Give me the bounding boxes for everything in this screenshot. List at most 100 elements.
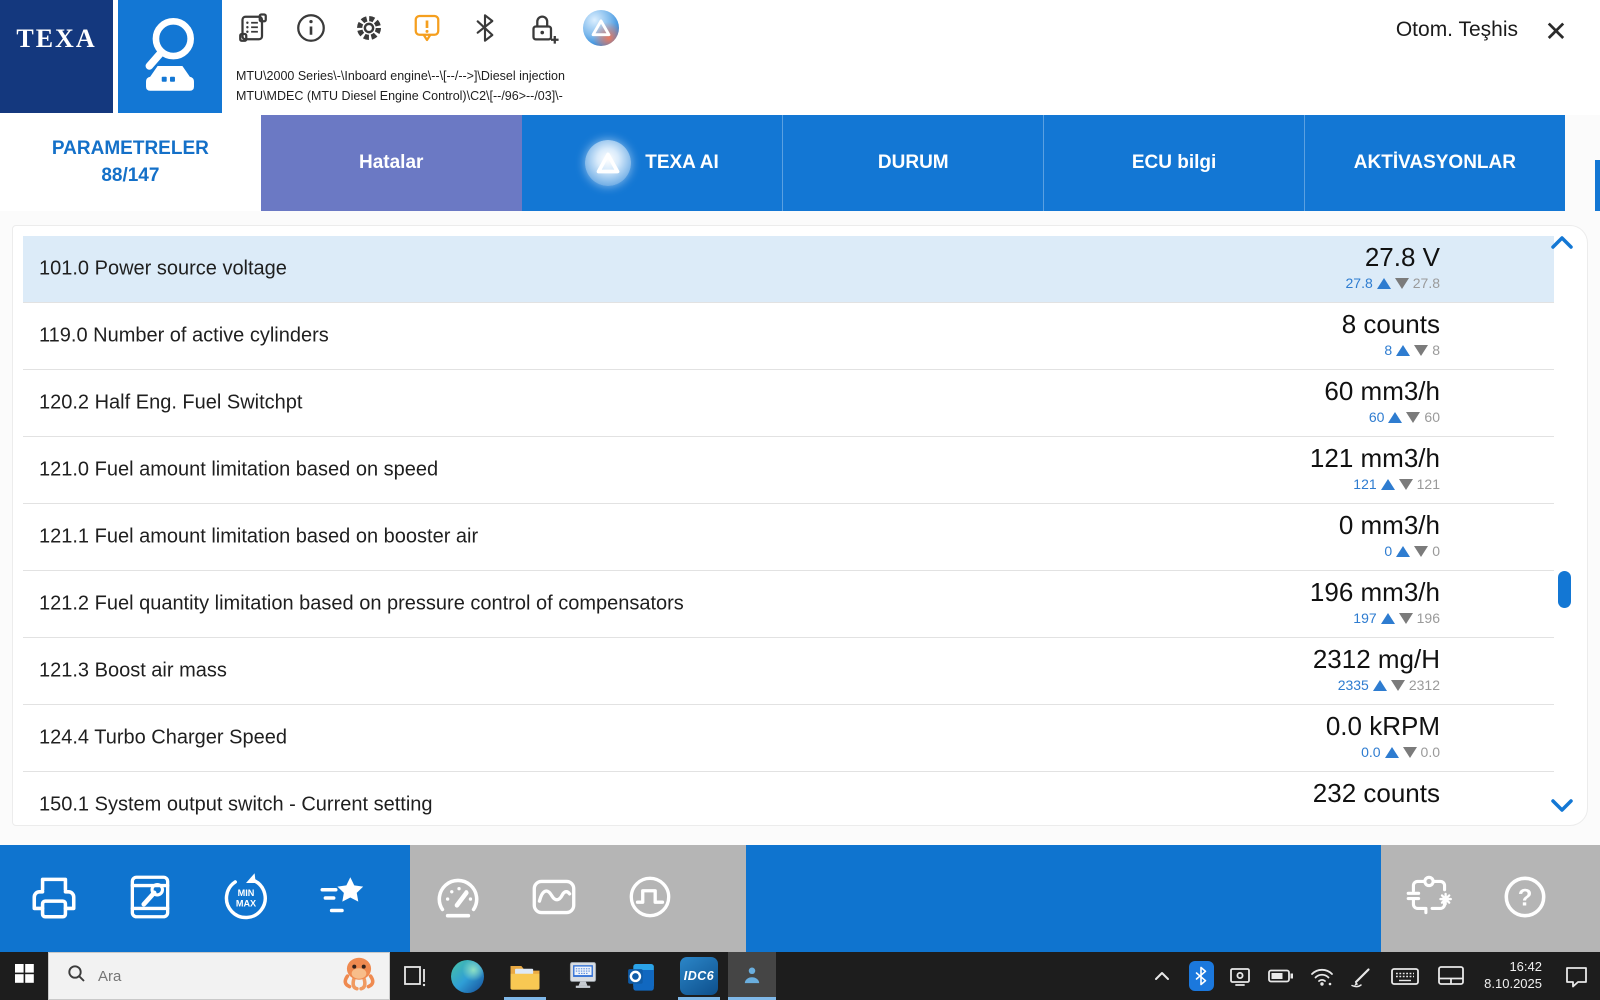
vehicle-search-button[interactable] xyxy=(118,0,222,113)
parameter-label: 120.2 Half Eng. Fuel Switchpt xyxy=(39,391,303,414)
tab-ecu-bilgi-label: ECU bilgi xyxy=(1131,152,1217,173)
wiring-diagram-button[interactable] xyxy=(1381,845,1477,952)
bluetooth-icon[interactable] xyxy=(466,8,504,48)
stat-max-value: 197 xyxy=(1353,610,1377,626)
report-icon[interactable] xyxy=(234,8,272,48)
parameter-row[interactable]: 121.3 Boost air mass 2312 mg/H 2335 2312 xyxy=(23,638,1554,705)
taskbar-onscreen-keyboard-icon[interactable] xyxy=(554,952,612,1000)
tray-action-center-icon[interactable] xyxy=(1552,952,1600,1000)
magnifier-car-icon xyxy=(127,6,213,107)
parameter-row[interactable]: 119.0 Number of active cylinders 8 count… xyxy=(23,303,1554,370)
parameter-value: 232 counts xyxy=(1312,778,1440,808)
scroll-down-icon[interactable] xyxy=(1549,796,1575,819)
favorites-button[interactable] xyxy=(294,845,390,952)
tab-aktivasyonlar[interactable]: AKTİVASYONLAR xyxy=(1303,115,1565,211)
parameter-minmax: 0 0 xyxy=(1339,543,1440,559)
tray-bluetooth-icon[interactable] xyxy=(1182,952,1220,1000)
report-settings-button[interactable] xyxy=(102,845,198,952)
parameter-minmax: 60 60 xyxy=(1324,409,1440,425)
min-max-reset-button[interactable]: MIN MAX xyxy=(198,845,294,952)
stat-max-value: 60 xyxy=(1368,409,1385,425)
info-icon[interactable] xyxy=(292,8,330,48)
parameter-row[interactable]: 150.1 System output switch - Current set… xyxy=(23,772,1554,825)
parameter-rows: 101.0 Power source voltage 27.8 V 27.8 2… xyxy=(23,236,1554,825)
parameter-minmax: 8 8 xyxy=(1342,342,1440,358)
edge-browser-icon xyxy=(450,959,484,993)
tab-aktivasyonlar-label: AKTİVASYONLAR xyxy=(1353,152,1516,173)
tab-texa-ai-label: TEXA AI xyxy=(645,152,719,173)
down-arrow-icon xyxy=(1394,277,1409,289)
tab-texa-ai[interactable]: TEXA AI xyxy=(521,115,783,211)
down-arrow-icon xyxy=(1398,478,1413,490)
stat-min-value: 8 xyxy=(1432,342,1440,358)
tab-hatalar-label: Hatalar xyxy=(358,152,424,173)
stat-min-value: 2312 xyxy=(1408,677,1440,693)
tray-pen-icon[interactable] xyxy=(1342,952,1382,1000)
wiring-diagram-icon xyxy=(1402,870,1456,927)
tray-battery-icon[interactable] xyxy=(1260,952,1302,1000)
parameter-row[interactable]: 121.1 Fuel amount limitation based on bo… xyxy=(23,504,1554,571)
tray-wifi-icon[interactable] xyxy=(1302,952,1342,1000)
taskbar-outlook-icon[interactable] xyxy=(612,952,670,1000)
taskbar-texa-active-app[interactable] xyxy=(728,952,776,1000)
scrollbar-thumb[interactable] xyxy=(1558,571,1571,608)
scroll-up-icon[interactable] xyxy=(1549,234,1575,257)
taskbar-search-box[interactable] xyxy=(48,952,390,1000)
tray-keyboard-icon[interactable] xyxy=(1382,952,1428,1000)
start-button[interactable] xyxy=(0,952,48,1000)
stat-min-value: 60 xyxy=(1424,409,1440,425)
help-button[interactable]: ? xyxy=(1477,845,1573,952)
tab-durum[interactable]: DURUM xyxy=(782,115,1044,211)
down-arrow-icon xyxy=(1414,344,1429,356)
parameter-label: 150.1 System output switch - Current set… xyxy=(39,793,433,816)
tab-ecu-bilgi[interactable]: ECU bilgi xyxy=(1043,115,1304,211)
down-arrow-icon xyxy=(1406,411,1421,423)
parameter-value: 8 counts xyxy=(1341,309,1440,339)
parameter-value: 27.8 V xyxy=(1364,242,1440,272)
gauge-view-button[interactable] xyxy=(410,845,506,952)
parameter-row[interactable]: 120.2 Half Eng. Fuel Switchpt 60 mm3/h 6… xyxy=(23,370,1554,437)
tray-clock[interactable]: 16:42 8.10.2025 xyxy=(1474,959,1552,993)
up-arrow-icon xyxy=(1396,545,1411,557)
tray-cast-display-icon[interactable] xyxy=(1220,952,1260,1000)
texa-ai-badge-icon[interactable] xyxy=(582,8,620,48)
print-button[interactable] xyxy=(6,845,102,952)
graph-view-button[interactable] xyxy=(506,845,602,952)
tab-hatalar[interactable]: Hatalar xyxy=(260,115,522,211)
document-wrench-icon xyxy=(123,870,177,927)
up-arrow-icon xyxy=(1376,277,1391,289)
tab-scroll-indicator xyxy=(1595,160,1600,212)
parameter-value: 196 mm3/h xyxy=(1309,577,1440,607)
windows-taskbar: IDC6 xyxy=(0,952,1600,1000)
close-icon[interactable]: ✕ xyxy=(1536,12,1576,52)
parameter-label: 121.3 Boost air mass xyxy=(39,659,227,682)
taskbar-edge-icon[interactable] xyxy=(438,952,496,1000)
taskbar-idc6-icon[interactable]: IDC6 xyxy=(670,952,728,1000)
parameter-value: 121 mm3/h xyxy=(1309,443,1440,473)
parameter-row[interactable]: 124.4 Turbo Charger Speed 0.0 kRPM 0.0 0… xyxy=(23,705,1554,772)
square-wave-button[interactable] xyxy=(602,845,698,952)
search-input[interactable] xyxy=(98,967,288,985)
down-arrow-icon xyxy=(1390,679,1405,691)
parameter-label: 121.0 Fuel amount limitation based on sp… xyxy=(39,458,439,481)
wave-graph-icon xyxy=(527,870,581,927)
parameter-value: 0 mm3/h xyxy=(1338,510,1440,540)
tab-bar: PARAMETRELER 88/147 Hatalar TEXA AI DURU… xyxy=(0,115,1600,212)
settings-gear-icon[interactable] xyxy=(350,8,388,48)
stat-max-value: 2335 xyxy=(1337,677,1369,693)
parameter-label: 121.1 Fuel amount limitation based on bo… xyxy=(39,525,479,548)
warning-message-icon[interactable] xyxy=(408,8,446,48)
search-highlight-octopus-image[interactable] xyxy=(337,953,381,1000)
tab-parametreler[interactable]: PARAMETRELER 88/147 xyxy=(0,115,261,211)
parameter-row[interactable]: 121.2 Fuel quantity limitation based on … xyxy=(23,571,1554,638)
tray-show-hidden-icons[interactable] xyxy=(1142,952,1182,1000)
taskbar-file-explorer-icon[interactable] xyxy=(496,952,554,1000)
lock-add-icon[interactable] xyxy=(524,8,562,48)
printer-icon xyxy=(27,870,81,927)
stat-min-value: 27.8 xyxy=(1412,275,1440,291)
parameter-row[interactable]: 121.0 Fuel amount limitation based on sp… xyxy=(23,437,1554,504)
stat-max-value: 0 xyxy=(1384,543,1393,559)
parameter-row[interactable]: 101.0 Power source voltage 27.8 V 27.8 2… xyxy=(23,236,1554,303)
task-view-button[interactable] xyxy=(390,952,438,1000)
tray-touchpad-icon[interactable] xyxy=(1428,952,1474,1000)
